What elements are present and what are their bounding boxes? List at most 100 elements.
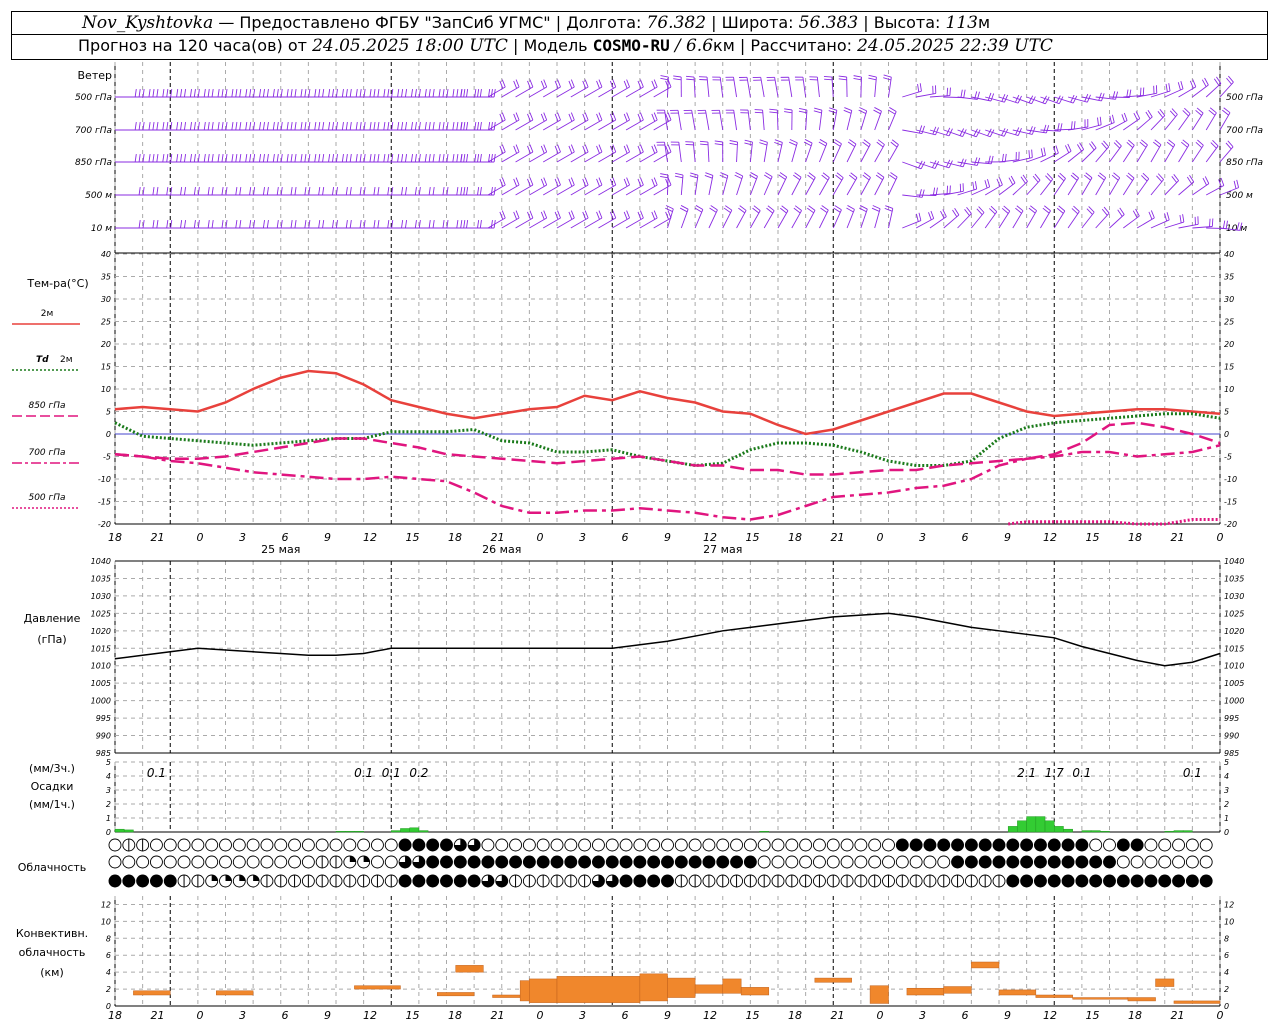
wind-barb-flag bbox=[225, 122, 228, 131]
cloud-fill-1q bbox=[253, 875, 260, 881]
wind-barb-flag bbox=[653, 144, 658, 153]
wind-barb-shaft bbox=[707, 142, 710, 163]
wind-barb bbox=[653, 112, 672, 131]
cloud-fill-full bbox=[1117, 875, 1130, 887]
wind-barb-flag bbox=[304, 122, 307, 131]
cloud-symbol bbox=[661, 838, 674, 852]
wind-barb bbox=[1081, 206, 1095, 229]
wind-barb-flag bbox=[183, 122, 187, 131]
wind-barb-flag bbox=[623, 145, 628, 154]
cloud-symbol bbox=[951, 874, 965, 888]
wind-barb-flag bbox=[391, 187, 394, 196]
cloud-symbol bbox=[440, 838, 453, 852]
wind-barb-flag bbox=[515, 79, 520, 88]
wind-barb-flag bbox=[513, 145, 518, 154]
wind-barb-flag bbox=[853, 77, 862, 81]
wind-barb-shaft bbox=[529, 86, 547, 98]
wind-barb bbox=[1040, 173, 1054, 196]
temp-panel-tick-right: -15 bbox=[1224, 498, 1237, 507]
wind-barb-shaft bbox=[598, 151, 616, 163]
wind-barb-flag bbox=[499, 211, 504, 220]
wind-barb-flag bbox=[665, 207, 673, 212]
conv-bar bbox=[639, 973, 668, 1002]
cloud-fill-full bbox=[1131, 875, 1144, 887]
precip-value-label: 2.1 bbox=[1017, 766, 1036, 780]
wind-barb-flag bbox=[349, 154, 352, 163]
wind-barb-flag bbox=[456, 122, 459, 131]
wind-barb-flag bbox=[928, 212, 932, 220]
cloud-circle bbox=[564, 838, 578, 852]
wind-barb-flag bbox=[134, 89, 137, 98]
cloud-symbol bbox=[1020, 855, 1034, 869]
cloud-fill-full bbox=[426, 875, 439, 887]
wind-barb bbox=[805, 172, 816, 196]
conv-bar bbox=[492, 994, 521, 998]
meteogram: Ветер500 гПа 500 гПа700 гПа 700 гПа850 гПа… bbox=[12, 62, 1263, 1022]
cloud-symbol bbox=[1089, 838, 1103, 852]
wind-barb-shaft bbox=[708, 175, 714, 196]
cloud-fill-full bbox=[1200, 875, 1213, 887]
wind-barb-flag bbox=[990, 155, 994, 164]
wind-barb bbox=[556, 177, 575, 196]
cloud-symbol bbox=[1199, 874, 1213, 888]
wind-barb-flag bbox=[784, 108, 793, 111]
conv-hour-label: 15 bbox=[1086, 1009, 1100, 1022]
wind-barb-flag bbox=[714, 143, 723, 146]
wind-barb bbox=[673, 75, 682, 98]
wind-barb-flag bbox=[290, 89, 293, 98]
cloud-symbol bbox=[329, 855, 343, 869]
wind-barb-flag bbox=[290, 187, 293, 196]
wind-barb-flag bbox=[868, 74, 877, 78]
wind-barb-flag bbox=[373, 187, 376, 196]
wind-barb-flag bbox=[673, 75, 682, 78]
wind-barb-flag bbox=[387, 220, 390, 229]
cloud-fill-full bbox=[440, 875, 453, 887]
wind-barb-flag bbox=[446, 187, 449, 196]
precip-panel-tick-right: 5 bbox=[1224, 758, 1229, 767]
wind-barb-flag bbox=[239, 89, 242, 98]
wind-barb-flag bbox=[377, 89, 380, 98]
wind-barb bbox=[1081, 141, 1097, 163]
cloud-symbol bbox=[495, 838, 509, 852]
cloud-symbol bbox=[136, 874, 150, 888]
cloud-circle bbox=[799, 855, 813, 869]
wind-barb-flag bbox=[314, 89, 317, 98]
wind-barb-flag bbox=[294, 187, 297, 196]
wind-barb-flag bbox=[885, 205, 893, 209]
wind-barb-shaft bbox=[598, 217, 616, 229]
wind-barb-flag bbox=[584, 79, 589, 88]
wind-barb-flag bbox=[823, 75, 832, 78]
wind-barb bbox=[570, 79, 589, 98]
wind-barb-shaft bbox=[515, 184, 534, 196]
wind-barb bbox=[501, 112, 520, 131]
wind-barb-shaft bbox=[653, 119, 672, 131]
wind-barb-flag bbox=[142, 220, 145, 229]
wind-barb-flag bbox=[828, 110, 837, 114]
wind-barb-shaft bbox=[584, 217, 603, 229]
cloud-circle bbox=[771, 838, 785, 852]
cloud-fill-full bbox=[1103, 856, 1116, 868]
cloud-symbol bbox=[149, 838, 163, 852]
wind-barb-shaft bbox=[1136, 144, 1148, 163]
wind-barb-flag bbox=[838, 78, 847, 81]
cloud-circle bbox=[177, 855, 191, 869]
wind-barb-flag bbox=[466, 187, 469, 196]
conv-bar bbox=[216, 990, 254, 996]
wind-barb-flag bbox=[998, 177, 1003, 186]
wind-barb-flag bbox=[639, 177, 644, 186]
wind-barb bbox=[832, 205, 842, 229]
wind-barb-flag bbox=[328, 122, 331, 131]
pressure-panel-tick-left: 1000 bbox=[91, 697, 111, 706]
cloud-symbol bbox=[619, 874, 633, 888]
wind-barb-shaft bbox=[625, 86, 644, 98]
wind-barb-flag bbox=[286, 89, 289, 98]
cloud-symbol bbox=[136, 838, 150, 852]
wind-barb bbox=[1053, 172, 1066, 196]
cloud-symbol bbox=[329, 838, 343, 852]
conv-bar bbox=[133, 990, 171, 996]
cloud-circle bbox=[232, 838, 246, 852]
wind-barb bbox=[873, 107, 882, 131]
wind-barb-flag bbox=[300, 89, 303, 98]
cloud-symbol bbox=[785, 874, 799, 888]
cloud-symbol bbox=[716, 838, 730, 852]
